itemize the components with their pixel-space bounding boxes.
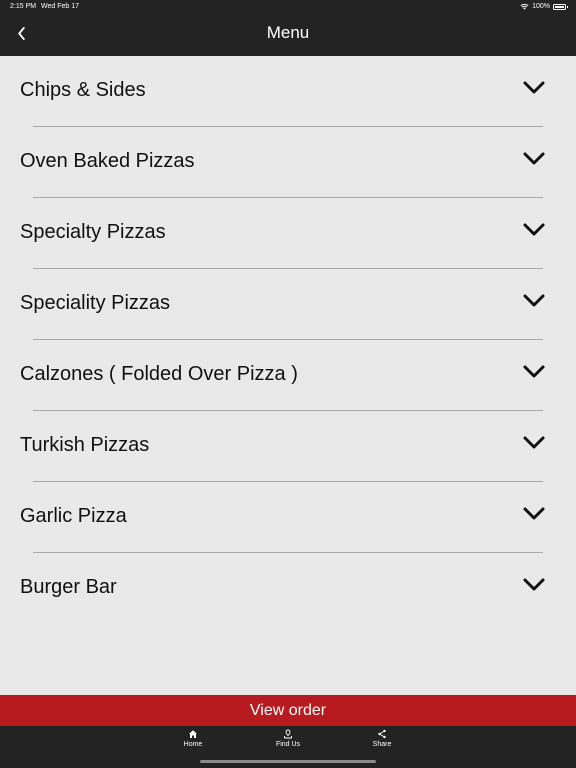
menu-category-label: Turkish Pizzas xyxy=(20,434,150,456)
menu-category-row[interactable]: Speciality Pizzas xyxy=(0,269,576,340)
menu-category-row[interactable]: Chips & Sides xyxy=(0,56,576,127)
menu-category-label: Speciality Pizzas xyxy=(20,292,171,314)
home-icon xyxy=(189,730,197,738)
status-time: 2:15 PM xyxy=(10,3,37,10)
chevron-down-icon xyxy=(523,294,545,307)
battery-percent: 100% xyxy=(532,3,550,10)
wifi-icon xyxy=(520,3,529,10)
tab-label: Share xyxy=(372,741,392,748)
menu-category-label: Calzones ( Folded Over Pizza ) xyxy=(20,363,298,385)
chevron-down-icon xyxy=(523,81,545,94)
nav-bar: Menu xyxy=(0,14,576,56)
home-indicator xyxy=(200,760,376,763)
location-icon xyxy=(284,729,292,739)
tab-home[interactable]: Home xyxy=(163,729,223,748)
menu-category-row[interactable]: Turkish Pizzas xyxy=(0,411,576,482)
tab-label: Find Us xyxy=(275,741,301,748)
status-date: Wed Feb 17 xyxy=(41,3,80,10)
chevron-down-icon xyxy=(523,578,545,591)
menu-category-label: Burger Bar xyxy=(20,576,117,598)
menu-category-row[interactable]: Calzones ( Folded Over Pizza ) xyxy=(0,340,576,411)
menu-category-row[interactable]: Burger Bar xyxy=(0,553,576,624)
chevron-down-icon xyxy=(523,365,545,378)
tab-find-us[interactable]: Find Us xyxy=(258,729,318,748)
chevron-down-icon xyxy=(523,152,545,165)
menu-category-label: Chips & Sides xyxy=(20,79,146,101)
menu-category-row[interactable]: Specialty Pizzas xyxy=(0,198,576,269)
chevron-down-icon xyxy=(523,223,545,236)
menu-category-label: Oven Baked Pizzas xyxy=(20,150,195,172)
menu-category-row[interactable]: Garlic Pizza xyxy=(0,482,576,553)
page-title: Menu xyxy=(266,23,310,42)
status-bar: 2:15 PM Wed Feb 17 100% xyxy=(0,0,576,14)
menu-category-label: Garlic Pizza xyxy=(20,505,127,527)
share-icon xyxy=(378,729,386,739)
menu-category-list: Chips & Sides Oven Baked Pizzas Specialt… xyxy=(0,56,576,624)
menu-category-label: Specialty Pizzas xyxy=(20,221,166,243)
menu-category-row[interactable]: Oven Baked Pizzas xyxy=(0,127,576,198)
tab-share[interactable]: Share xyxy=(352,729,412,748)
chevron-down-icon xyxy=(523,436,545,449)
tab-label: Home xyxy=(183,741,203,748)
status-indicators: 100% xyxy=(520,3,568,10)
chevron-down-icon xyxy=(523,507,545,520)
battery-icon xyxy=(553,3,568,10)
view-order-button[interactable]: View order xyxy=(0,695,576,726)
